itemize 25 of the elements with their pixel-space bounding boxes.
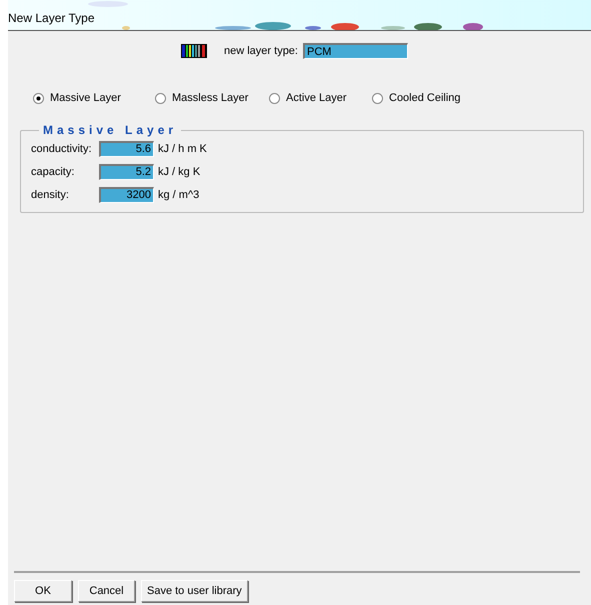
dialog-button[interactable]: Cancel [78, 580, 135, 602]
layer-stripes-icon [181, 44, 207, 58]
value-field[interactable]: 3200 [99, 186, 154, 202]
dialog-button[interactable]: Save to user library [141, 580, 248, 602]
field-label: new layer type: [224, 45, 298, 57]
radio-option[interactable]: Massive Layer [33, 92, 155, 104]
radio-circle-icon[interactable] [269, 92, 280, 104]
field-label: density: [31, 188, 70, 200]
layer-type-field[interactable]: PCM [302, 43, 408, 59]
radio-option[interactable]: Active Layer [269, 92, 372, 104]
field-label: conductivity: [31, 142, 93, 154]
dialog-button[interactable]: OK [14, 580, 72, 602]
window-title: New Layer Type [8, 11, 94, 25]
radio-circle-icon[interactable] [372, 92, 383, 104]
unit-label: kg / m^3 [158, 188, 200, 200]
radio-circle-icon[interactable] [33, 92, 44, 104]
value-field[interactable]: 5.6 [99, 140, 154, 156]
radio-circle-icon[interactable] [155, 92, 166, 104]
unit-label: kJ / kg K [158, 166, 200, 178]
field-label: capacity: [31, 166, 76, 178]
radio-option[interactable]: Cooled Ceiling [372, 92, 472, 104]
radio-option[interactable]: Massless Layer [155, 92, 269, 104]
unit-label: kJ / h m K [158, 142, 207, 154]
group-title: Massive Layer [42, 123, 178, 137]
value-field[interactable]: 5.2 [99, 164, 154, 180]
